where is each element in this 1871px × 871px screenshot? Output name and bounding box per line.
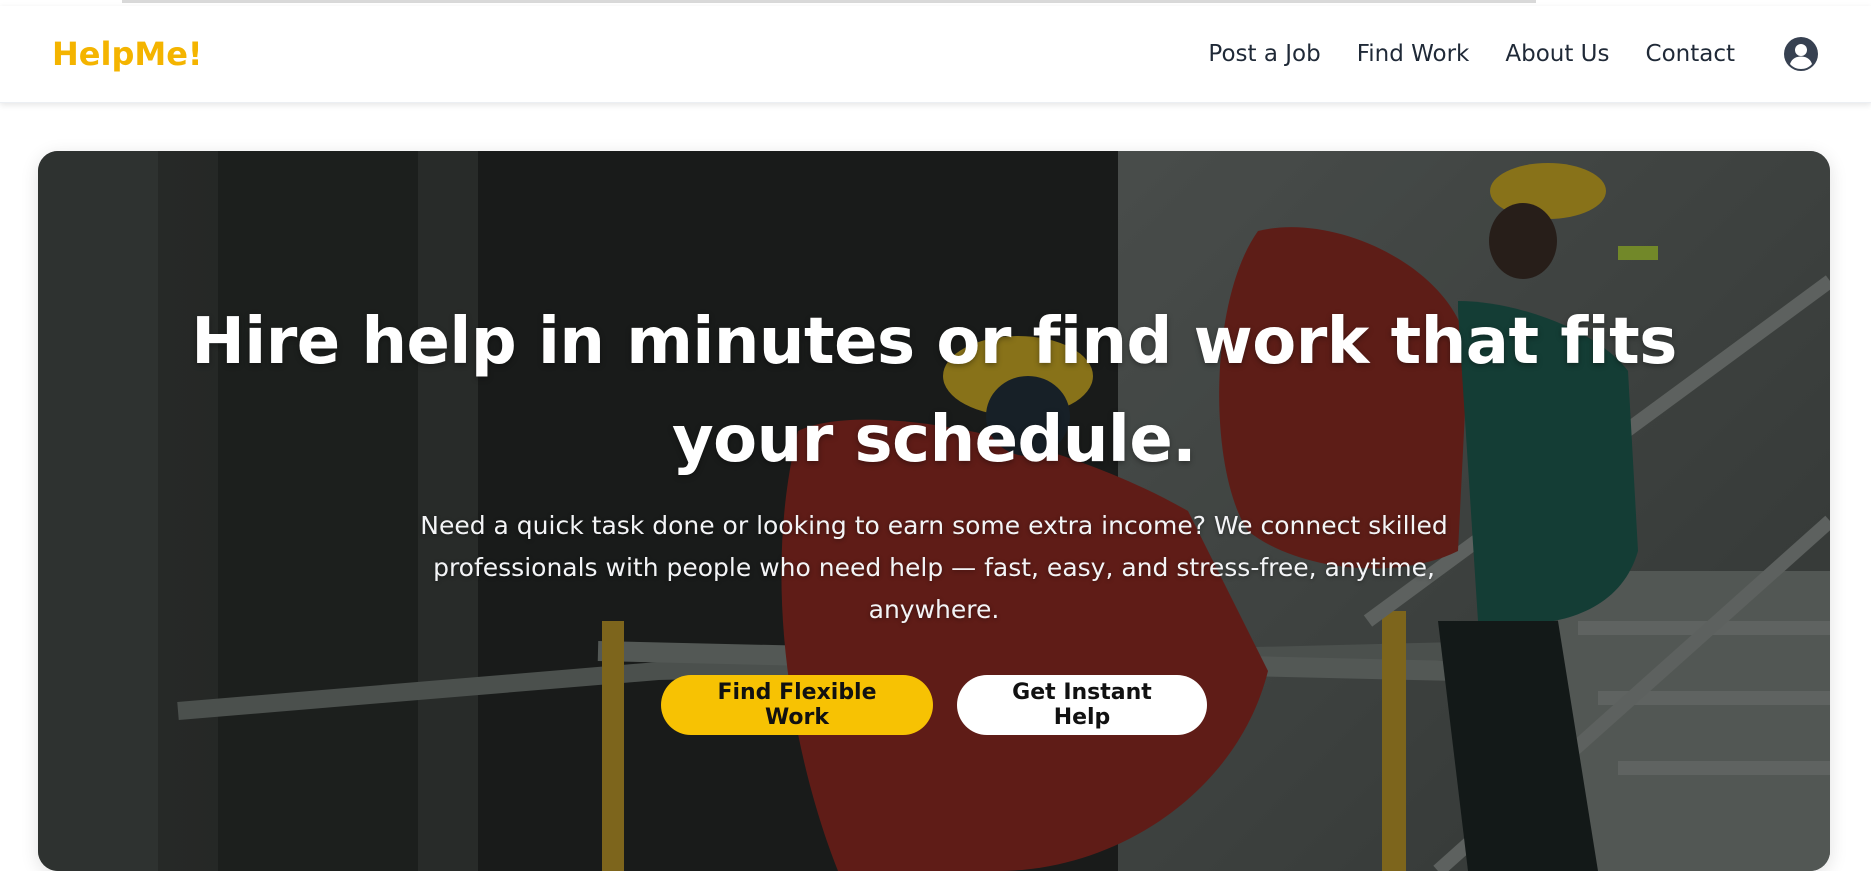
user-circle-icon[interactable] xyxy=(1783,36,1819,72)
nav-link-post-a-job[interactable]: Post a Job xyxy=(1208,41,1320,67)
navbar: HelpMe! Post a Job Find Work About Us Co… xyxy=(0,6,1871,103)
hero-buttons: Find Flexible Work Get Instant Help xyxy=(661,675,1207,735)
nav-link-about-us[interactable]: About Us xyxy=(1505,41,1609,67)
find-flexible-work-button[interactable]: Find Flexible Work xyxy=(661,675,933,735)
hero-subtitle: Need a quick task done or looking to ear… xyxy=(420,511,1448,624)
scrollbar-thumb[interactable] xyxy=(122,0,1536,3)
nav-link-find-work[interactable]: Find Work xyxy=(1357,41,1470,67)
hero-content: Hire help in minutes or find work that f… xyxy=(38,151,1830,735)
nav-menu: Post a Job Find Work About Us Contact xyxy=(1208,36,1819,72)
hero-section: Hire help in minutes or find work that f… xyxy=(38,151,1830,871)
get-instant-help-button[interactable]: Get Instant Help xyxy=(957,675,1207,735)
logo[interactable]: HelpMe! xyxy=(52,35,203,73)
nav-link-contact[interactable]: Contact xyxy=(1646,41,1735,67)
hero-title: Hire help in minutes or find work that f… xyxy=(191,305,1677,477)
